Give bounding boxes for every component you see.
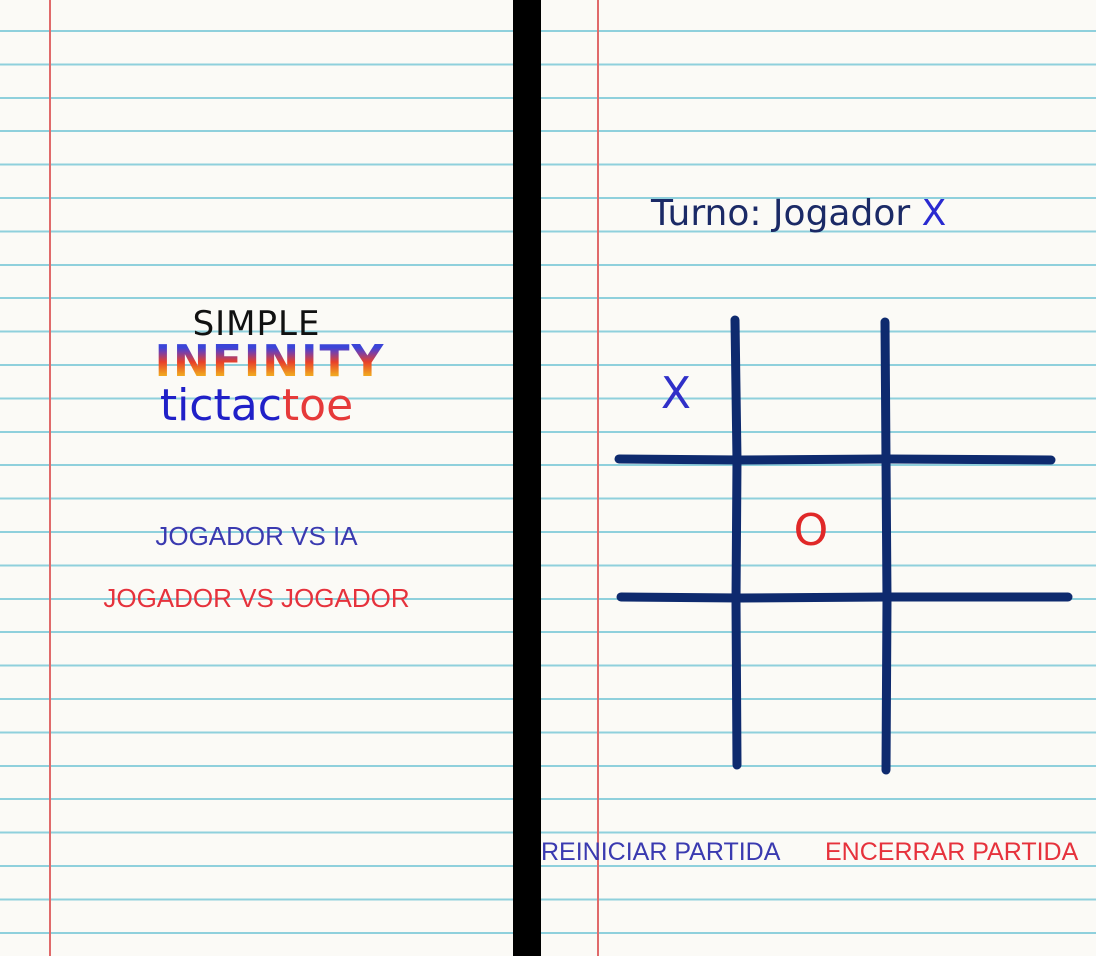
- menu-screen: SIMPLE INFINITY tictactoe JOGADOR VS IA …: [0, 0, 513, 956]
- game-board: X O: [541, 0, 1096, 956]
- restart-match-button[interactable]: REINICIAR PARTIDA: [541, 838, 780, 867]
- board-cell-0[interactable]: X: [619, 330, 733, 456]
- board-cell-6[interactable]: [619, 604, 733, 764]
- logo-tictac-part: tictac: [159, 380, 282, 431]
- board-cell-2[interactable]: [891, 330, 1051, 456]
- grid-line-horizontal-1: [614, 454, 1056, 465]
- logo-infinity-text: INFINITY: [125, 338, 415, 386]
- board-cell-4[interactable]: O: [741, 466, 881, 594]
- board-cell-3[interactable]: [619, 466, 733, 594]
- board-cell-8[interactable]: [891, 604, 1051, 764]
- logo-tictactoe-text: tictactoe: [0, 382, 513, 430]
- board-cell-7[interactable]: [741, 604, 881, 764]
- cell-mark: O: [793, 504, 829, 556]
- grid-line-horizontal-2: [616, 592, 1073, 603]
- grid-line-vertical-1: [730, 315, 742, 770]
- board-cell-1[interactable]: [741, 330, 881, 456]
- notebook-margin-line: [49, 0, 51, 956]
- logo-toe-part: toe: [281, 380, 354, 431]
- grid-line-vertical-2: [880, 317, 892, 775]
- cell-mark: X: [660, 367, 692, 419]
- player-vs-player-button[interactable]: JOGADOR VS JOGADOR: [0, 583, 513, 614]
- player-vs-ai-button[interactable]: JOGADOR VS IA: [0, 521, 513, 552]
- game-screen: Turno: Jogador X X O REINICIAR PARTIDA E…: [541, 0, 1096, 956]
- board-cell-5[interactable]: [891, 466, 1051, 594]
- end-match-button[interactable]: ENCERRAR PARTIDA: [825, 838, 1078, 867]
